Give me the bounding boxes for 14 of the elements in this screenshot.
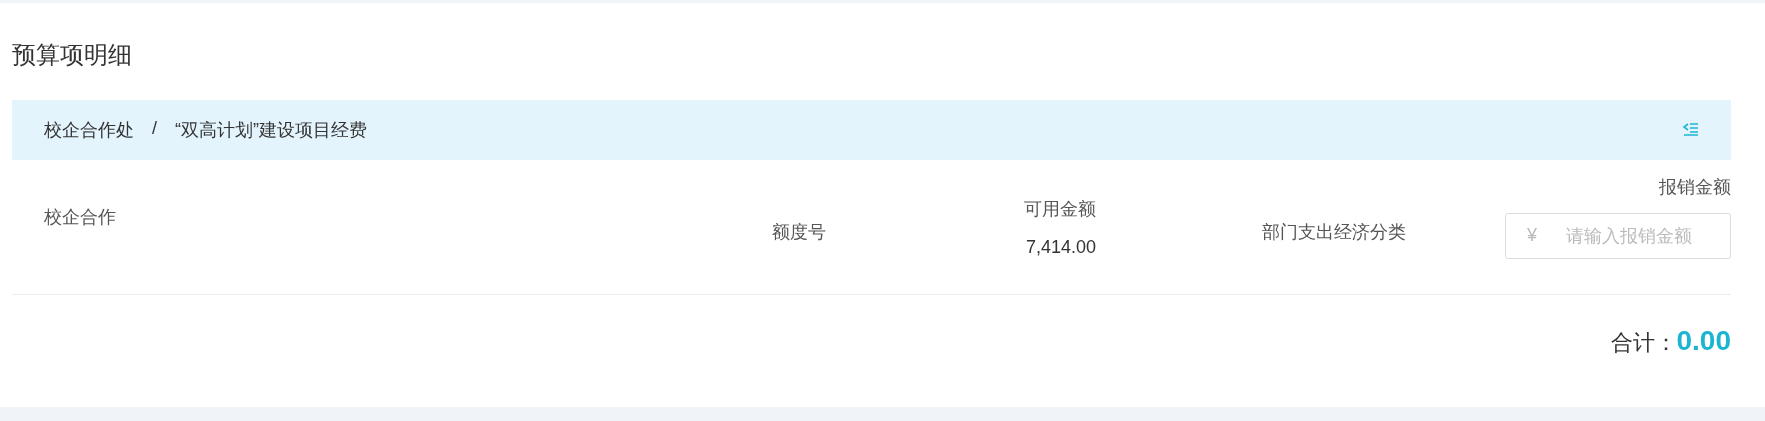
- total-value: 0.00: [1676, 325, 1731, 357]
- available-amount: 7,414.00: [1025, 236, 1096, 258]
- breadcrumb-item[interactable]: “双高计划”建设项目经费: [175, 118, 367, 142]
- section-title: 预算项明细: [12, 40, 133, 70]
- amount-label: 报销金额: [1659, 176, 1731, 199]
- breadcrumb-item[interactable]: 校企合作处: [44, 118, 134, 142]
- budget-item-name: 校企合作: [44, 207, 116, 227]
- available-label: 可用金额: [1024, 197, 1096, 221]
- quota-label: 额度号: [772, 222, 826, 242]
- breadcrumb-separator: /: [152, 118, 157, 140]
- total-label: 合计：: [1610, 329, 1677, 357]
- category-label: 部门支出经济分类: [1262, 222, 1406, 242]
- collapse-icon[interactable]: [1683, 123, 1699, 137]
- currency-symbol: ¥: [1527, 225, 1537, 246]
